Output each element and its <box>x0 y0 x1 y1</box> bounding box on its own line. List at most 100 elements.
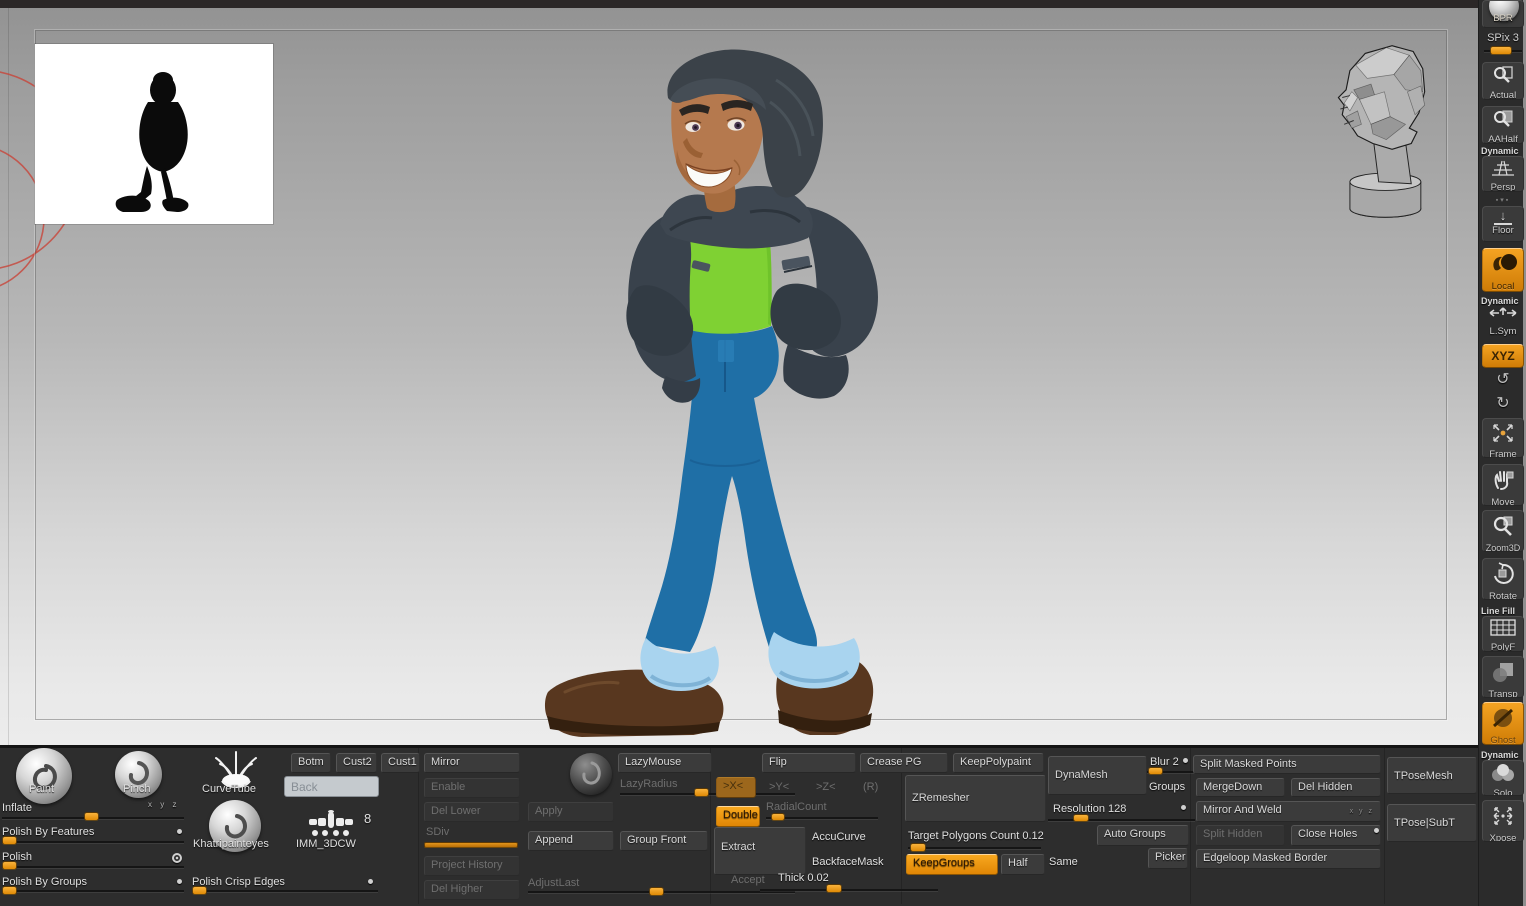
radial-count-handle[interactable] <box>771 813 785 821</box>
del-higher-button[interactable]: Del Higher <box>424 880 520 900</box>
actual-button[interactable]: Actual <box>1482 62 1524 100</box>
adjust-last-handle[interactable] <box>649 887 664 896</box>
project-history-button[interactable]: Project History <box>424 856 520 876</box>
actual-label: Actual <box>1489 90 1517 100</box>
mirror-button[interactable]: Mirror <box>424 753 520 773</box>
group-front-button[interactable]: Group Front <box>620 831 708 851</box>
del-hidden-button[interactable]: Del Hidden <box>1291 778 1381 797</box>
tpose-mesh-button[interactable]: TPoseMesh <box>1387 757 1477 794</box>
document-viewport[interactable] <box>0 8 1478 745</box>
polish-radio[interactable] <box>172 853 182 863</box>
sdiv-slider-filled[interactable] <box>424 842 518 848</box>
accept-button[interactable]: Accept <box>731 874 765 886</box>
blur-handle[interactable] <box>1148 767 1163 775</box>
tpose-subt-button[interactable]: TPose|SubT <box>1387 804 1477 842</box>
transp-button[interactable]: Transp <box>1482 656 1524 698</box>
botm-button[interactable]: Botm <box>291 753 331 773</box>
silhouette-thumbnail[interactable] <box>35 44 273 224</box>
half-button[interactable]: Half <box>1001 854 1045 875</box>
apply-label: Apply <box>535 805 563 817</box>
local-button[interactable]: Local <box>1482 248 1524 292</box>
keep-polypaint-button[interactable]: KeepPolypaint <box>953 753 1044 773</box>
character-model[interactable] <box>520 40 920 748</box>
picker-button[interactable]: Picker <box>1148 848 1188 869</box>
polish-handle[interactable] <box>2 861 17 870</box>
solo-button[interactable]: Solo <box>1482 760 1524 796</box>
cust1-button[interactable]: Cust1 <box>381 753 420 773</box>
head-reference-model[interactable] <box>1325 32 1440 232</box>
mirror-z-button[interactable]: >Z< <box>816 781 836 793</box>
keep-groups-button[interactable]: KeepGroups <box>906 854 998 875</box>
double-button[interactable]: Double <box>716 806 760 827</box>
persp-button[interactable]: Persp <box>1482 156 1524 192</box>
same-button[interactable]: Same <box>1049 856 1078 868</box>
groups-button[interactable]: Groups <box>1149 781 1185 793</box>
mirror-x-button[interactable]: >X< <box>716 777 756 798</box>
polish-by-groups-handle[interactable] <box>2 886 17 895</box>
aahalf-button[interactable]: AAHalf <box>1482 106 1524 144</box>
auto-groups-button[interactable]: Auto Groups <box>1097 825 1189 846</box>
dynamesh-button[interactable]: DynaMesh <box>1048 756 1147 795</box>
close-holes-dot[interactable] <box>1374 828 1379 833</box>
polish-by-groups-dot[interactable] <box>177 879 182 884</box>
floor-icon: ↓ <box>1493 209 1513 225</box>
target-polygons-handle[interactable] <box>910 843 926 852</box>
split-masked-points-button[interactable]: Split Masked Points <box>1193 755 1381 774</box>
enable-button[interactable]: Enable <box>424 778 520 798</box>
inflate-slider-handle[interactable] <box>84 812 99 821</box>
floor-button[interactable]: ↓ Floor <box>1482 206 1524 242</box>
half-label: Half <box>1008 857 1028 869</box>
ghost-button[interactable]: Ghost <box>1482 702 1524 745</box>
polish-by-features-handle[interactable] <box>2 836 17 845</box>
mirror-y-button[interactable]: >Y< <box>769 781 789 793</box>
polyf-button[interactable]: PolyF <box>1482 616 1524 652</box>
bpr-button[interactable]: BPR <box>1482 0 1524 28</box>
edgeloop-masked-border-button[interactable]: Edgeloop Masked Border <box>1196 849 1381 869</box>
flip-button[interactable]: Flip <box>762 753 856 773</box>
resolution-handle[interactable] <box>1073 814 1089 822</box>
lazyradius-handle[interactable] <box>694 788 709 797</box>
polish-by-features-dot[interactable] <box>177 829 182 834</box>
zremesher-label: ZRemesher <box>912 792 970 804</box>
mirror-and-weld-button[interactable]: Mirror And Weld x y z <box>1196 801 1381 822</box>
merge-down-button[interactable]: MergeDown <box>1196 778 1285 797</box>
cust2-button[interactable]: Cust2 <box>336 753 377 773</box>
accu-curve-button[interactable]: AccuCurve <box>812 831 866 843</box>
append-button[interactable]: Append <box>528 831 614 851</box>
polish-crisp-edges-handle[interactable] <box>192 886 207 895</box>
paint-brush-icon[interactable] <box>16 748 72 804</box>
backface-mask-button[interactable]: BackfaceMask <box>812 856 884 868</box>
mirror-r-button[interactable]: (R) <box>863 781 878 793</box>
xyz-button[interactable]: XYZ <box>1482 344 1524 368</box>
frame-label: Frame <box>1489 449 1517 458</box>
local-icon <box>1493 254 1517 271</box>
back-input[interactable] <box>284 776 379 797</box>
paint-swirl <box>32 764 57 790</box>
rotate-z-icon-button[interactable]: ↻ <box>1482 394 1524 416</box>
zremesher-button[interactable]: ZRemesher <box>905 775 1046 822</box>
split-hidden-button[interactable]: Split Hidden <box>1196 825 1285 846</box>
spix-slider[interactable]: SPix 3 <box>1482 32 1524 58</box>
close-holes-button[interactable]: Close Holes <box>1291 825 1381 846</box>
frame-button[interactable]: Frame <box>1482 418 1524 458</box>
current-alpha-sphere-icon[interactable] <box>570 753 612 795</box>
crease-pg-button[interactable]: Crease PG <box>860 753 948 773</box>
blur-dot[interactable] <box>1183 758 1188 763</box>
curvetube-brush-icon[interactable] <box>208 748 264 788</box>
tpose-subt-label: TPose|SubT <box>1394 817 1455 829</box>
lazymouse-button[interactable]: LazyMouse <box>618 753 712 773</box>
resolution-dot[interactable] <box>1181 805 1186 810</box>
spix-handle[interactable] <box>1490 46 1512 55</box>
rotate-y-icon-button[interactable]: ↺ <box>1482 370 1524 392</box>
move-button[interactable]: Move <box>1482 464 1524 506</box>
thick-handle[interactable] <box>826 884 842 893</box>
xpose-button[interactable]: Xpose <box>1482 800 1524 842</box>
polish-crisp-edges-dot[interactable] <box>368 879 373 884</box>
extract-button[interactable]: Extract <box>714 827 806 875</box>
zoom3d-button[interactable]: Zoom3D <box>1482 510 1524 552</box>
lsym-button[interactable]: L.Sym <box>1482 305 1524 337</box>
apply-button[interactable]: Apply <box>528 802 614 822</box>
del-lower-button[interactable]: Del Lower <box>424 802 520 822</box>
rotate-button[interactable]: Rotate <box>1482 558 1524 600</box>
imm-3dcw-icon[interactable] <box>303 810 359 840</box>
